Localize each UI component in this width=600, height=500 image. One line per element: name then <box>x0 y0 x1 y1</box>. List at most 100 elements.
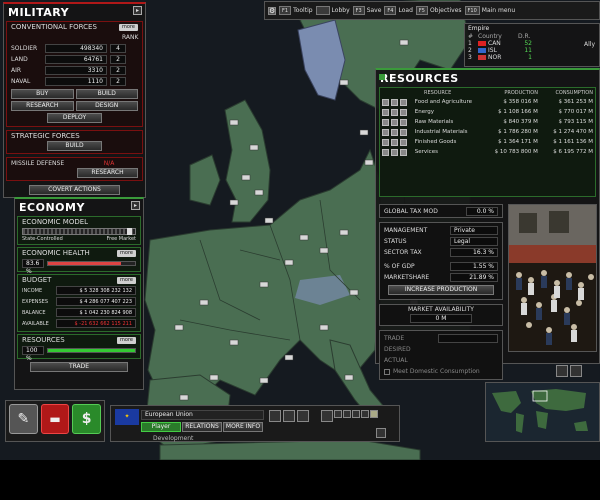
lock-icon[interactable] <box>390 138 398 146</box>
gear-icon[interactable] <box>399 108 407 116</box>
resource-row[interactable]: Finished Goods $ 1 364 171 M $ 1 161 136 M <box>380 137 595 147</box>
objectives-button[interactable]: F5 Objectives <box>415 6 462 15</box>
sector-tax-value[interactable]: 16.3 % <box>450 248 498 257</box>
zoom-out-icon[interactable] <box>570 365 582 377</box>
plus-icon[interactable] <box>382 98 389 106</box>
budget-value: $ 1 042 230 824 908 <box>56 308 136 317</box>
speed-4-icon[interactable] <box>361 410 369 418</box>
economic-model-slider[interactable] <box>22 228 136 235</box>
status-select[interactable]: Legal <box>450 237 498 246</box>
lock-icon[interactable] <box>390 148 398 156</box>
increase-production-button[interactable]: INCREASE PRODUCTION <box>388 285 494 295</box>
resource-row[interactable]: Services $ 10 783 800 M $ 6 195 772 M <box>380 147 595 157</box>
lock-icon[interactable] <box>390 128 398 136</box>
plus-icon[interactable] <box>382 108 389 116</box>
force-label: LAND <box>11 56 28 63</box>
collapse-icon[interactable]: ▸ <box>133 6 142 15</box>
speed-5-icon[interactable] <box>370 410 378 418</box>
lock-icon[interactable] <box>390 118 398 126</box>
tab-relations[interactable]: RELATIONS <box>182 422 222 432</box>
report-icon[interactable] <box>283 410 295 422</box>
load-button[interactable]: F4 Load <box>384 6 413 15</box>
gear-icon[interactable] <box>399 138 407 146</box>
main-menu-button[interactable]: F10 Main menu <box>464 6 516 15</box>
lock-icon[interactable] <box>390 108 398 116</box>
speed-1-icon[interactable] <box>334 410 342 418</box>
gear-icon[interactable]: ⚙ <box>268 6 276 15</box>
country-selector[interactable]: European Union <box>141 410 264 420</box>
strategic-build-button[interactable]: BUILD <box>47 141 102 151</box>
health-more-button[interactable]: more <box>117 250 136 257</box>
speed-3-icon[interactable] <box>352 410 360 418</box>
more-button[interactable]: more <box>119 24 138 31</box>
budget-label: BALANCE <box>22 309 46 316</box>
key-hint: F3 <box>352 6 365 15</box>
build-button[interactable]: BUILD <box>75 89 138 99</box>
speed-2-icon[interactable] <box>343 410 351 418</box>
military-button[interactable]: ▬ <box>40 404 70 434</box>
global-tax-value[interactable]: 0.0 % <box>466 206 498 216</box>
empire-row[interactable]: 3 NOR 1 <box>465 54 599 61</box>
zoom-in-icon[interactable] <box>556 365 568 377</box>
mail-icon[interactable] <box>297 410 309 422</box>
budget-row: INCOME $ 5 328 308 232 132 <box>18 285 140 296</box>
resources-more-button[interactable]: more <box>117 337 136 344</box>
economy-trade-button[interactable]: TRADE <box>30 362 128 372</box>
missile-defense-value: N/A <box>103 159 115 167</box>
politics-button[interactable]: ✎ <box>9 404 38 434</box>
resource-production: $ 840 379 M <box>503 119 538 125</box>
gear-icon[interactable] <box>399 118 407 126</box>
plus-icon[interactable] <box>382 138 389 146</box>
economy-button[interactable]: $ <box>72 404 102 434</box>
save-button[interactable]: F3 Save <box>352 6 381 15</box>
news-icon[interactable] <box>269 410 281 422</box>
tab-player[interactable]: Player <box>141 422 181 432</box>
deploy-button[interactable]: DEPLOY <box>47 113 102 123</box>
resource-row[interactable]: Raw Materials $ 840 379 M $ 793 115 M <box>380 117 595 127</box>
budget-row: EXPENSES $ 4 286 077 407 223 <box>18 296 140 307</box>
budget-label: EXPENSES <box>22 298 49 305</box>
marketshare-label: MARKETSHARE <box>384 274 430 281</box>
slider-handle[interactable] <box>126 228 132 235</box>
gear-icon[interactable] <box>399 128 407 136</box>
plus-icon[interactable] <box>382 128 389 136</box>
resource-row[interactable]: Food and Agriculture $ 358 016 M $ 361 253… <box>380 97 595 107</box>
empire-dr: 11 <box>524 47 532 54</box>
close-icon[interactable] <box>376 428 386 438</box>
design-button[interactable]: DESIGN <box>75 101 138 111</box>
plus-icon[interactable] <box>382 118 389 126</box>
lobby-button[interactable]: Lobby <box>315 6 350 15</box>
budget-more-button[interactable]: more <box>117 277 136 284</box>
quick-panels: ✎ ▬ $ <box>5 400 105 442</box>
lock-icon[interactable] <box>390 98 398 106</box>
resource-row[interactable]: Energy $ 1 108 166 M $ 770 017 M <box>380 107 595 117</box>
gear-icon[interactable] <box>399 98 407 106</box>
trade-select[interactable] <box>438 334 498 343</box>
collapse-icon[interactable]: ▸ <box>131 201 140 210</box>
research-button[interactable]: RESEARCH <box>11 101 74 111</box>
missile-research-button[interactable]: RESEARCH <box>77 168 138 178</box>
force-value: 498340 <box>45 44 107 53</box>
tab-more-info[interactable]: MORE INFO <box>223 422 263 432</box>
management-select[interactable]: Private <box>450 226 498 235</box>
close-icon[interactable] <box>379 74 385 80</box>
budget-row: AVAILABLE $ -21 632 662 115 211 <box>18 318 140 329</box>
budget-value: $ 4 286 077 407 223 <box>56 297 136 306</box>
empire-row[interactable]: 1 CAN 52 <box>465 40 599 47</box>
buy-button[interactable]: BUY <box>11 89 74 99</box>
minimap-panel[interactable] <box>485 382 600 442</box>
hourglass-icon[interactable] <box>321 410 333 422</box>
gear-icon[interactable] <box>399 148 407 156</box>
plus-icon[interactable] <box>382 148 389 156</box>
empire-row[interactable]: 2 ISL 11 <box>465 47 599 54</box>
development-label: Development <box>153 435 194 442</box>
tooltip-button[interactable]: F1 Tooltip <box>279 6 313 15</box>
minimap[interactable] <box>486 383 599 441</box>
button-label: Main menu <box>481 7 516 14</box>
meet-consumption-checkbox[interactable] <box>384 368 390 375</box>
budget-list: INCOME $ 5 328 308 232 132 EXPENSES $ 4 286… <box>18 285 140 329</box>
resource-row[interactable]: Industrial Materials $ 1 786 280 M $ 1 274… <box>380 127 595 137</box>
key-hint: F10 <box>464 6 480 15</box>
covert-actions-button[interactable]: COVERT ACTIONS <box>29 185 120 195</box>
button-label: Objectives <box>429 7 462 14</box>
